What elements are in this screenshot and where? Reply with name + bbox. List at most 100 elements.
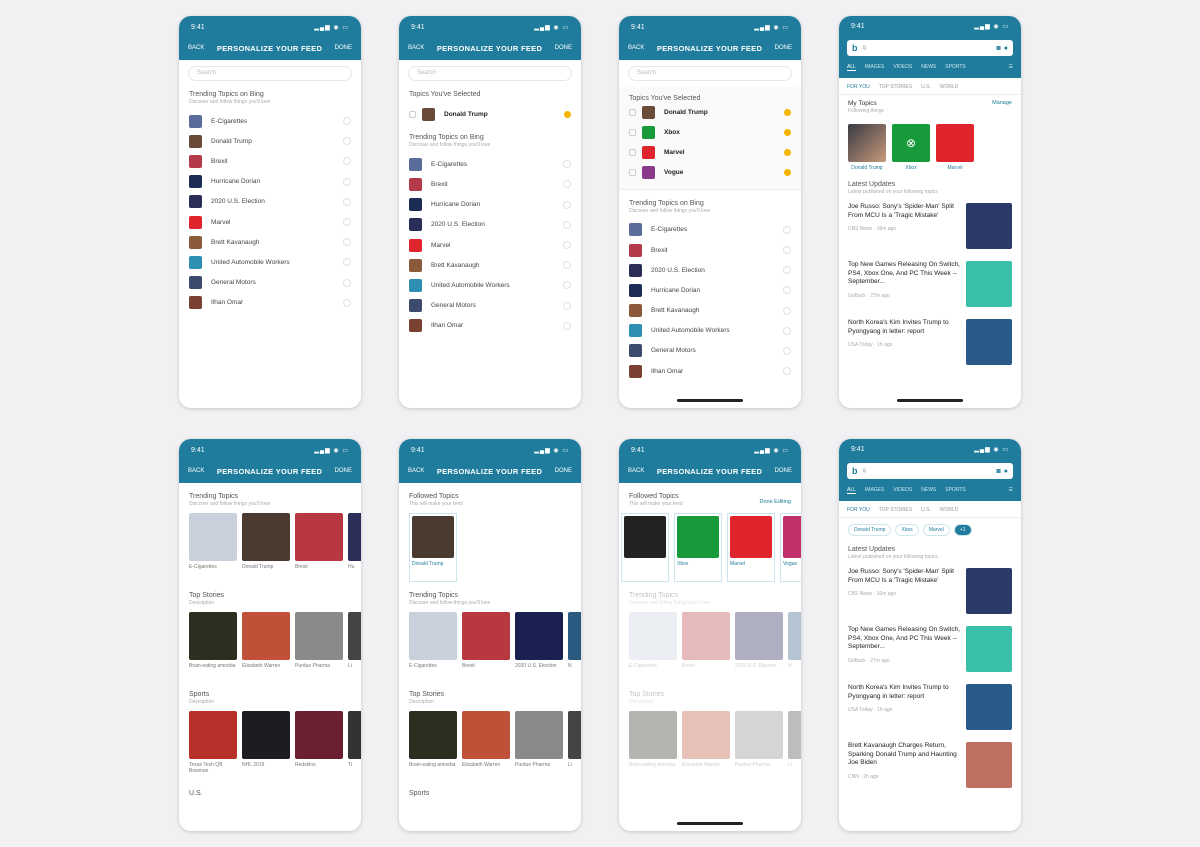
topic-card[interactable]: N [568, 612, 581, 681]
topic-tile[interactable]: Donald Trump [848, 124, 886, 171]
topic-card[interactable]: Li [348, 612, 361, 681]
add-topic-icon[interactable] [563, 261, 571, 270]
bing-search-bar[interactable]: b q ◙ ● [847, 463, 1013, 479]
topic-chip[interactable]: Donald Trump [848, 524, 892, 536]
scope-tab[interactable]: ALL [847, 487, 856, 494]
article-card[interactable]: Top New Games Releasing On Switch, PS4, … [839, 620, 1021, 678]
topic-row[interactable]: Brett Kavanaugh [399, 255, 581, 275]
topic-row[interactable]: Brexit [619, 240, 801, 260]
topic-card[interactable]: Vogue [780, 513, 801, 582]
camera-icon[interactable]: ◙ [997, 468, 1001, 475]
done-button[interactable]: DONE [555, 468, 572, 474]
topic-tile[interactable]: ⊗ Xbox [892, 124, 930, 171]
topic-card[interactable]: 2020 U.S. Election [515, 612, 563, 681]
topic-chip[interactable]: Marvel [922, 524, 950, 536]
topic-card[interactable]: Brain-eating amoeba [189, 612, 237, 681]
add-topic-icon[interactable] [343, 157, 351, 166]
topic-card[interactable]: Ti [348, 711, 361, 780]
done-button[interactable]: DONE [775, 45, 792, 51]
done-button[interactable]: DONE [335, 45, 352, 51]
topic-row[interactable]: General Motors [179, 273, 361, 293]
topic-row[interactable]: Ilhan Omar [399, 316, 581, 336]
topic-card[interactable]: Li [788, 711, 801, 780]
checkbox[interactable] [629, 169, 636, 177]
topic-tile[interactable]: Marvel [936, 124, 974, 171]
topic-row[interactable]: United Automobile Workers [179, 252, 361, 272]
topic-card[interactable]: Brexit [295, 513, 343, 582]
scope-tab[interactable]: SPORTS [945, 64, 965, 71]
topic-row[interactable]: Brett Kavanaugh [179, 232, 361, 252]
topic-card[interactable]: Marvel [727, 513, 775, 582]
feed-tab[interactable]: U.S. [921, 507, 931, 513]
add-topic-icon[interactable] [563, 281, 571, 290]
topic-row[interactable]: Donald Trump [179, 131, 361, 151]
topic-card[interactable]: Purdue Pharma [735, 711, 783, 780]
topic-row[interactable]: United Automobile Workers [619, 321, 801, 341]
done-button[interactable]: DONE [775, 468, 792, 474]
topic-row[interactable]: Hurricane Dorian [399, 195, 581, 215]
add-topic-icon[interactable] [343, 258, 351, 267]
topic-card[interactable]: E-Cigarettes [629, 612, 677, 681]
topic-card[interactable]: E-Cigarettes [409, 612, 457, 681]
add-topic-icon[interactable] [563, 321, 571, 330]
add-topic-icon[interactable] [783, 346, 791, 355]
topic-card[interactable]: Donald Trump [409, 513, 457, 582]
article-card[interactable]: North Korea's Kim Invites Trump to Pyong… [839, 678, 1021, 736]
topic-row[interactable]: Hurricane Dorian [179, 172, 361, 192]
topic-card[interactable]: NHL 2019 [242, 711, 290, 780]
topic-card[interactable]: N [788, 612, 801, 681]
mic-icon[interactable]: ● [1004, 468, 1008, 475]
article-card[interactable]: Top New Games Releasing On Switch, PS4, … [839, 255, 1021, 313]
back-button[interactable]: BACK [408, 45, 424, 51]
back-button[interactable]: BACK [188, 468, 204, 474]
menu-icon[interactable]: ☰ [1009, 487, 1013, 494]
checkbox[interactable] [629, 108, 636, 116]
scope-tab[interactable]: NEWS [921, 487, 936, 494]
topic-row[interactable]: General Motors [619, 341, 801, 361]
topic-card[interactable] [621, 513, 669, 582]
add-topic-icon[interactable] [343, 197, 351, 206]
done-editing-link[interactable]: Done Editing [760, 499, 792, 505]
topic-row[interactable]: 2020 U.S. Election [619, 260, 801, 280]
add-topic-icon[interactable] [343, 298, 351, 307]
topic-row[interactable]: E-Cigarettes [619, 220, 801, 240]
article-card[interactable]: Joe Russo: Sony's 'Spider-Man' Split Fro… [839, 562, 1021, 620]
search-query[interactable]: q [863, 468, 994, 474]
add-topic-icon[interactable] [783, 286, 791, 295]
article-card[interactable]: Brett Kavanaugh Charges Return, Sparking… [839, 736, 1021, 794]
selected-topic-row[interactable]: Vogue [619, 163, 801, 183]
topic-card[interactable]: Brain-eating amoeba [409, 711, 457, 780]
topic-chip[interactable]: Xbox [895, 524, 919, 536]
add-topic-icon[interactable] [563, 180, 571, 189]
add-topic-icon[interactable] [563, 200, 571, 209]
scope-tab[interactable]: NEWS [921, 64, 936, 71]
add-topic-icon[interactable] [343, 117, 351, 126]
done-button[interactable]: DONE [335, 468, 352, 474]
checkbox[interactable] [629, 148, 636, 156]
topic-card[interactable]: Purdue Pharma [515, 711, 563, 780]
add-topic-icon[interactable] [563, 241, 571, 250]
article-card[interactable]: North Korea's Kim Invites Trump to Pyong… [839, 313, 1021, 371]
add-topic-icon[interactable] [343, 218, 351, 227]
topic-card[interactable]: Donald Trump [242, 513, 290, 582]
feed-tab[interactable]: TOP STORIES [879, 507, 912, 513]
topic-card[interactable]: Elizabeth Warren [242, 612, 290, 681]
add-topic-icon[interactable] [783, 266, 791, 275]
scope-tab[interactable]: VIDEOS [893, 64, 912, 71]
feed-tab[interactable]: WORLD [940, 84, 959, 90]
feed-tab[interactable]: U.S. [921, 84, 931, 90]
topic-card[interactable]: Elizabeth Warren [462, 711, 510, 780]
topic-row[interactable]: E-Cigarettes [179, 111, 361, 131]
topic-card[interactable]: Brexit [682, 612, 730, 681]
add-topic-icon[interactable] [783, 246, 791, 255]
search-query[interactable]: q [863, 45, 994, 51]
add-topic-icon[interactable] [563, 301, 571, 310]
done-button[interactable]: DONE [555, 45, 572, 51]
topic-row[interactable]: Ilhan Omar [179, 293, 361, 313]
add-topic-icon[interactable] [783, 326, 791, 335]
manage-link[interactable]: Manage [992, 100, 1012, 107]
add-topic-icon[interactable] [343, 137, 351, 146]
topic-row[interactable]: 2020 U.S. Election [179, 192, 361, 212]
topic-row[interactable]: General Motors [399, 296, 581, 316]
article-card[interactable]: Joe Russo: Sony's 'Spider-Man' Split Fro… [839, 197, 1021, 255]
